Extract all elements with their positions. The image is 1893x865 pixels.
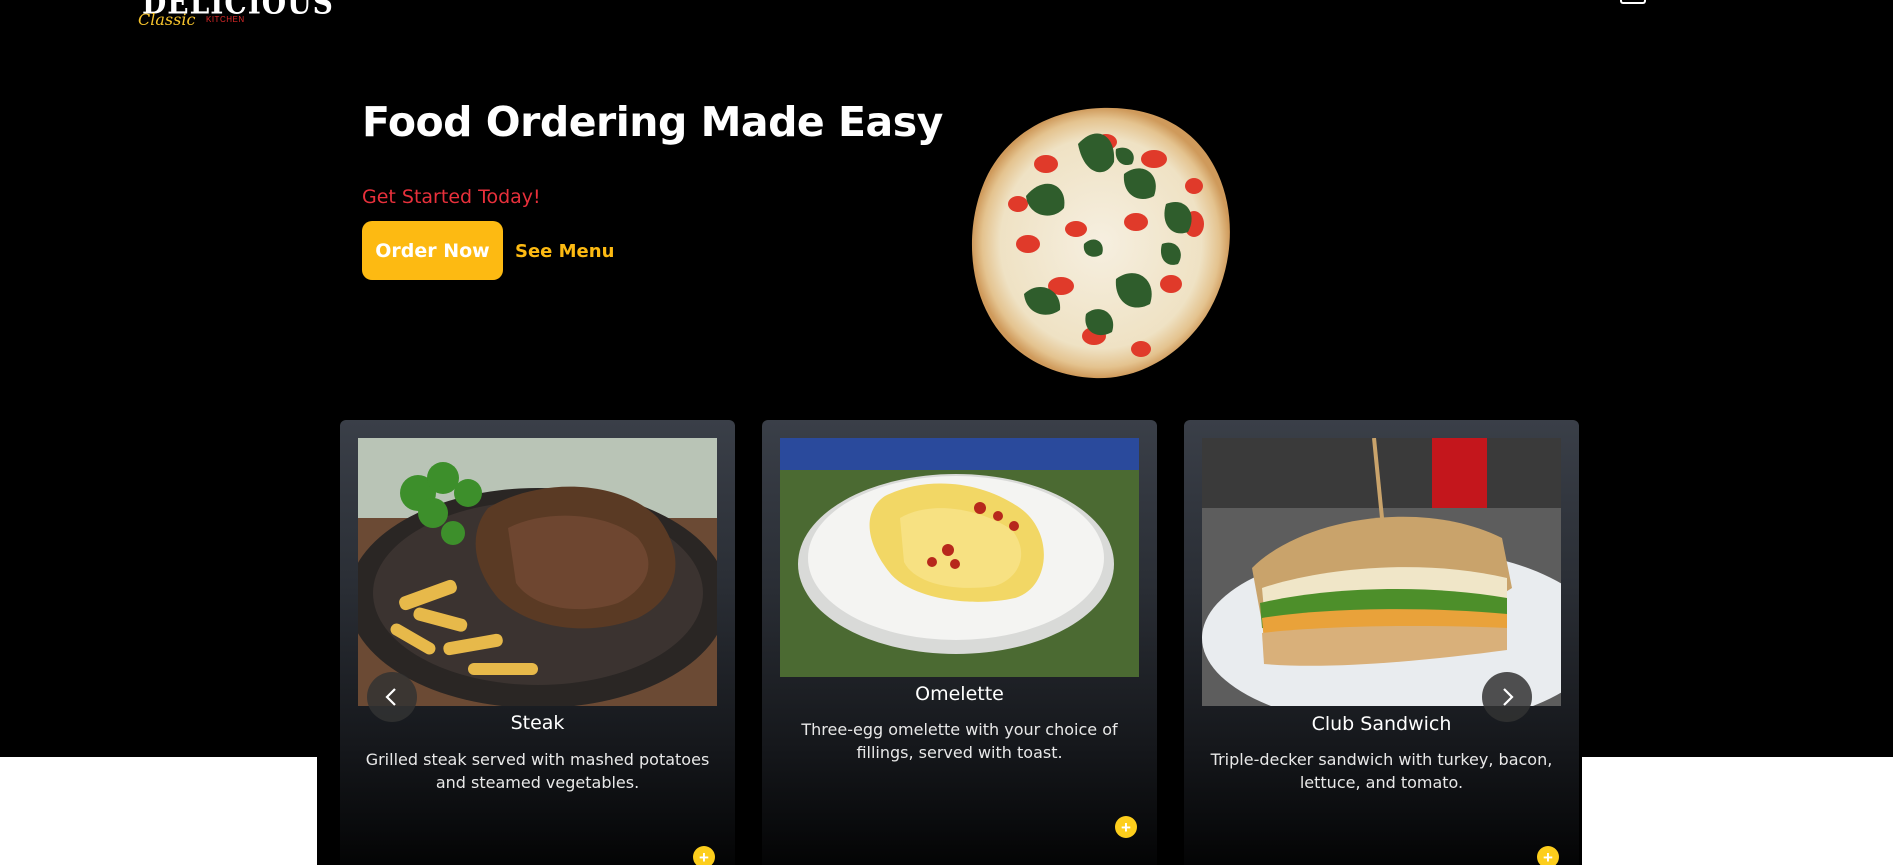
menu-card-club-sandwich[interactable]: Club Sandwich Triple-decker sandwich wit… [1184,420,1579,865]
card-description: Three-egg omelette with your choice of f… [801,720,1118,762]
shopping-cart-icon[interactable] [1620,0,1646,4]
card-description: Triple-decker sandwich with turkey, baco… [1210,750,1553,792]
hero-title: Food Ordering Made Easy [362,98,943,146]
hero-subtitle: Get Started Today! [362,186,541,208]
club-sandwich-image [1202,438,1561,706]
omelette-image [780,438,1139,677]
chevron-left-icon [385,688,396,706]
pizza-image [966,104,1236,382]
add-to-cart-button[interactable]: + [693,846,715,865]
chevron-right-icon [1503,688,1514,706]
logo-sub: KITCHEN [206,15,245,24]
carousel-next-button[interactable] [1482,672,1532,722]
order-now-button[interactable]: Order Now [362,221,503,280]
card-description: Grilled steak served with mashed potatoe… [365,750,710,792]
card-title: Omelette [915,683,1004,705]
carousel-prev-button[interactable] [367,672,417,722]
menu-card-steak[interactable]: Steak Grilled steak served with mashed p… [340,420,735,865]
see-menu-link[interactable]: See Menu [515,241,614,262]
add-to-cart-button[interactable]: + [1115,816,1137,838]
brand-logo[interactable]: DELICIOUS Classic KITCHEN [138,0,333,36]
steak-image [358,438,717,706]
logo-script: Classic [138,10,196,29]
menu-card-omelette[interactable]: Omelette Three-egg omelette with your ch… [762,420,1157,865]
add-to-cart-button[interactable]: + [1537,846,1559,865]
